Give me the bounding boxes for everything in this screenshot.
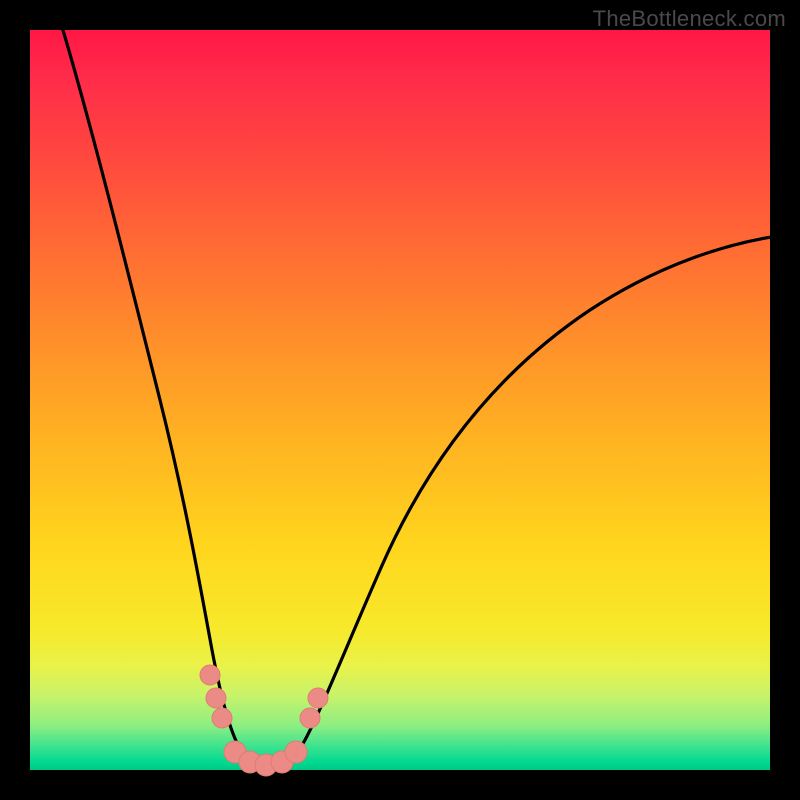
bottleneck-plot <box>30 30 770 770</box>
chart-frame <box>30 30 770 770</box>
watermark-text: TheBottleneck.com <box>593 6 786 32</box>
bottleneck-curve <box>60 20 785 765</box>
